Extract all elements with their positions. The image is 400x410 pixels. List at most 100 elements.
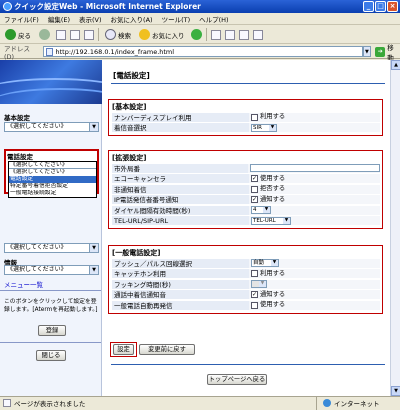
checkbox-label: 利用する <box>260 113 286 120</box>
stop-icon[interactable] <box>56 29 66 40</box>
dial-interval-select[interactable]: 4 ▼ <box>251 206 271 214</box>
phone-option[interactable]: 《選択してください》 <box>9 169 96 176</box>
search-button[interactable]: 検索 <box>103 28 133 42</box>
phone-option[interactable]: 《選択してください》 <box>9 162 96 169</box>
setting-label: TEL-URL/SIP-URL <box>112 216 249 226</box>
setting-label: プッシュ／パルス回線選択 <box>112 258 249 269</box>
info-select[interactable]: 《選択してください》 ▼ <box>4 265 99 275</box>
menu-list-link[interactable]: メニュー一覧 <box>4 279 43 289</box>
status-text: ページが表示されました <box>14 400 86 408</box>
menu-tools[interactable]: ツール(T) <box>162 14 191 24</box>
home-icon[interactable] <box>84 29 94 40</box>
scrollbar[interactable]: ▲ ▼ <box>390 60 400 396</box>
edit-icon[interactable] <box>238 29 249 40</box>
maximize-button[interactable]: □ <box>375 1 386 12</box>
content-area: 基本設定 《選択してください》 ▼ 電話設定 《選択してください》 《選択してくだ… <box>0 60 400 396</box>
scroll-down-icon[interactable]: ▼ <box>391 386 400 396</box>
incoming-tone-checkbox[interactable]: ✓ <box>251 291 258 298</box>
favorites-button[interactable]: お気に入り <box>137 28 187 42</box>
checkbox-label: 利用する <box>260 269 286 277</box>
print-icon[interactable] <box>224 29 235 40</box>
anonymous-call-checkbox[interactable] <box>251 185 258 193</box>
setting-row: IP電話発信者番号通知 ✓ 通知する <box>112 195 380 205</box>
toolbar: 戻る 検索 お気に入り <box>0 26 400 44</box>
setting-label: ナンバーディスプレイ利用 <box>112 112 249 123</box>
push-pulse-select[interactable]: 自動 ▼ <box>251 259 279 267</box>
url-type-select[interactable]: TEL-URL ▼ <box>251 216 291 225</box>
page-icon <box>45 48 53 56</box>
setting-label: ダイヤル間隔有効時間(秒) <box>112 205 249 216</box>
menu-bar: ファイル(F) 編集(E) 表示(V) お気に入り(A) ツール(T) ヘルプ(… <box>0 13 400 25</box>
go-button[interactable]: ➔ 移動 <box>375 42 400 62</box>
area-code-input[interactable] <box>250 164 380 172</box>
setting-label: フッキング時間(秒) <box>112 279 249 290</box>
setting-label: 通話中着信通知音 <box>112 290 249 300</box>
search-icon <box>105 29 116 40</box>
checkbox-label: 使用する <box>260 301 286 308</box>
close-button[interactable]: × <box>387 1 398 12</box>
register-button[interactable]: 登録 <box>38 325 66 336</box>
phone-option[interactable]: 一般電話接続設定 <box>9 190 96 197</box>
setting-row: フッキング時間(秒) ▼ <box>112 279 380 290</box>
page-status-icon <box>3 399 11 407</box>
setting-label: IP電話発信者番号通知 <box>112 195 249 205</box>
setting-row: 非通知着信 拒否する <box>112 184 380 195</box>
revert-button[interactable]: 変更前に戻す <box>139 344 195 355</box>
menu-file[interactable]: ファイル(F) <box>4 14 39 24</box>
address-label: アドレス(D) <box>4 44 30 61</box>
echo-canceller-checkbox[interactable]: ✓ <box>251 175 258 182</box>
close-window-button[interactable]: 閉じる <box>36 350 66 361</box>
phone-option-selected[interactable]: 電話設定 <box>9 176 96 183</box>
top-page-button[interactable]: トップページへ戻る <box>207 374 267 385</box>
back-button[interactable]: 戻る <box>3 28 33 42</box>
set-button[interactable]: 設定 <box>113 344 134 355</box>
number-display-checkbox[interactable] <box>251 113 258 121</box>
scroll-up-icon[interactable]: ▲ <box>391 60 400 70</box>
ringtone-select[interactable]: SIR ▼ <box>251 123 277 132</box>
hidden-select[interactable]: 《選択してください》 ▼ <box>4 243 99 253</box>
section-title: [拡張設定] <box>112 154 147 162</box>
phone-settings-dropdown-highlight: 電話設定 《選択してください》 《選択してください》 電話設定 特定番号着信拒否… <box>4 149 99 198</box>
menu-help[interactable]: ヘルプ(H) <box>199 14 228 24</box>
chevron-down-icon: ▼ <box>259 281 266 287</box>
setting-row: エコーキャンセラ ✓ 使用する <box>112 174 380 184</box>
chevron-down-icon: ▼ <box>263 207 270 213</box>
menu-view[interactable]: 表示(V) <box>79 14 102 24</box>
setting-label: 着信音選択 <box>112 123 249 133</box>
basic-settings-select[interactable]: 《選択してください》 ▼ <box>4 122 99 132</box>
caller-id-checkbox[interactable]: ✓ <box>251 196 258 203</box>
address-input[interactable]: http://192.168.0.1/index_frame.html <box>42 46 363 57</box>
setting-label: 非通知着信 <box>112 184 249 195</box>
divider <box>0 290 101 291</box>
toolbar-separator <box>205 28 207 41</box>
auto-redial-checkbox[interactable] <box>251 301 258 309</box>
setting-row: ナンバーディスプレイ利用 利用する <box>112 112 380 123</box>
phone-option[interactable]: 特定番号着信拒否設定 <box>9 183 96 190</box>
discuss-icon[interactable] <box>252 29 263 40</box>
menu-edit[interactable]: 編集(E) <box>48 14 70 24</box>
divider <box>0 342 101 343</box>
refresh-icon[interactable] <box>70 29 80 40</box>
setting-row: キャッチホン利用 利用する <box>112 269 380 279</box>
setting-label: エコーキャンセラ <box>112 174 249 184</box>
forward-button[interactable] <box>37 28 52 42</box>
mail-icon[interactable] <box>210 29 221 40</box>
back-arrow-icon <box>5 29 16 40</box>
setting-row: TEL-URL/SIP-URL TEL-URL ▼ <box>112 216 380 226</box>
basic-settings-label: 基本設定 <box>4 114 30 122</box>
main-frame: [電話設定] [基本設定] ナンバーディスプレイ利用 利用する 着信音選択 SI… <box>103 60 400 396</box>
logo-banner <box>0 60 102 104</box>
minimize-button[interactable]: _ <box>363 1 374 12</box>
media-icon[interactable] <box>190 29 202 40</box>
setting-row: ダイヤル間隔有効時間(秒) 4 ▼ <box>112 205 380 216</box>
phone-settings-select-open[interactable]: 《選択してください》 《選択してください》 電話設定 特定番号着信拒否設定 一般… <box>8 161 97 198</box>
address-dropdown[interactable]: ▼ <box>362 46 372 57</box>
left-frame: 基本設定 《選択してください》 ▼ 電話設定 《選択してください》 《選択してくだ… <box>0 60 102 396</box>
menu-favorites[interactable]: お気に入り(A) <box>111 14 153 24</box>
basic-settings-section: [基本設定] ナンバーディスプレイ利用 利用する 着信音選択 SIR ▼ <box>108 99 383 136</box>
page-title: [電話設定] <box>113 71 150 80</box>
setting-row: 着信音選択 SIR ▼ <box>112 123 380 133</box>
checkbox-label: 使用する <box>260 174 286 182</box>
call-waiting-checkbox[interactable] <box>251 270 258 277</box>
address-bar: アドレス(D) http://192.168.0.1/index_frame.h… <box>0 42 400 62</box>
